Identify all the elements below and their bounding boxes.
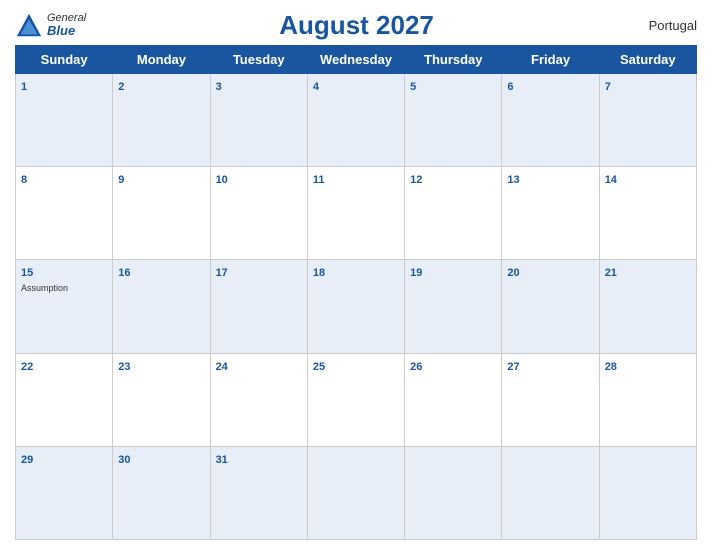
header-friday: Friday (502, 46, 599, 74)
date-number: 1 (21, 81, 27, 93)
calendar-day-cell: 5 (405, 74, 502, 167)
date-number: 22 (21, 361, 33, 373)
date-number: 21 (605, 267, 617, 279)
calendar-day-cell: 19 (405, 260, 502, 353)
calendar-day-cell: 3 (210, 74, 307, 167)
calendar-day-cell (599, 446, 696, 539)
date-number: 17 (216, 267, 228, 279)
calendar-day-cell: 15 Assumption (16, 260, 113, 353)
date-number: 28 (605, 361, 617, 373)
calendar-day-cell: 20 (502, 260, 599, 353)
calendar-day-cell: 16 (113, 260, 210, 353)
header-wednesday: Wednesday (307, 46, 404, 74)
header-saturday: Saturday (599, 46, 696, 74)
calendar-day-cell: 2 (113, 74, 210, 167)
calendar-day-cell: 25 (307, 353, 404, 446)
weekday-header-row: Sunday Monday Tuesday Wednesday Thursday… (16, 46, 697, 74)
date-number: 20 (507, 267, 519, 279)
calendar-day-cell: 6 (502, 74, 599, 167)
calendar-day-cell: 27 (502, 353, 599, 446)
logo-text: General Blue (47, 12, 86, 38)
header-thursday: Thursday (405, 46, 502, 74)
calendar-day-cell: 13 (502, 167, 599, 260)
calendar-week-4: 22 23 24 25 26 27 28 (16, 353, 697, 446)
calendar-week-2: 8 9 10 11 12 13 14 (16, 167, 697, 260)
calendar-week-1: 1 2 3 4 5 6 7 (16, 74, 697, 167)
date-number: 15 (21, 267, 33, 279)
date-number: 18 (313, 267, 325, 279)
calendar-day-cell: 12 (405, 167, 502, 260)
date-number: 25 (313, 361, 325, 373)
calendar-week-3: 15 Assumption 16 17 18 19 20 21 (16, 260, 697, 353)
calendar-day-cell: 22 (16, 353, 113, 446)
date-number: 8 (21, 174, 27, 186)
calendar-day-cell: 18 (307, 260, 404, 353)
header-tuesday: Tuesday (210, 46, 307, 74)
date-number: 13 (507, 174, 519, 186)
calendar-day-cell: 26 (405, 353, 502, 446)
calendar-day-cell: 10 (210, 167, 307, 260)
calendar-title: August 2027 (86, 10, 627, 41)
calendar-week-5: 29 30 31 (16, 446, 697, 539)
calendar-day-cell: 8 (16, 167, 113, 260)
calendar-day-cell: 1 (16, 74, 113, 167)
calendar-day-cell: 24 (210, 353, 307, 446)
calendar-day-cell (307, 446, 404, 539)
calendar-day-cell: 11 (307, 167, 404, 260)
calendar-day-cell: 29 (16, 446, 113, 539)
date-number: 19 (410, 267, 422, 279)
date-number: 3 (216, 81, 222, 93)
calendar-day-cell: 31 (210, 446, 307, 539)
calendar-table: Sunday Monday Tuesday Wednesday Thursday… (15, 45, 697, 540)
date-number: 31 (216, 454, 228, 466)
calendar-day-cell: 28 (599, 353, 696, 446)
calendar-day-cell: 14 (599, 167, 696, 260)
calendar-day-cell: 23 (113, 353, 210, 446)
date-number: 9 (118, 174, 124, 186)
date-number: 10 (216, 174, 228, 186)
calendar-day-cell: 9 (113, 167, 210, 260)
date-number: 29 (21, 454, 33, 466)
date-number: 7 (605, 81, 611, 93)
date-number: 6 (507, 81, 513, 93)
header-sunday: Sunday (16, 46, 113, 74)
date-number: 24 (216, 361, 228, 373)
calendar-day-cell: 21 (599, 260, 696, 353)
calendar-day-cell (405, 446, 502, 539)
holiday-label: Assumption (21, 283, 107, 293)
date-number: 16 (118, 267, 130, 279)
header-monday: Monday (113, 46, 210, 74)
logo-blue-text: Blue (47, 24, 86, 38)
calendar-header: General Blue August 2027 Portugal (15, 10, 697, 41)
date-number: 14 (605, 174, 617, 186)
date-number: 12 (410, 174, 422, 186)
date-number: 30 (118, 454, 130, 466)
date-number: 5 (410, 81, 416, 93)
calendar-day-cell: 7 (599, 74, 696, 167)
logo-icon (15, 12, 43, 40)
country-label: Portugal (627, 18, 697, 33)
date-number: 11 (313, 174, 325, 186)
logo: General Blue (15, 12, 86, 40)
date-number: 23 (118, 361, 130, 373)
calendar-day-cell: 4 (307, 74, 404, 167)
calendar-day-cell: 30 (113, 446, 210, 539)
date-number: 26 (410, 361, 422, 373)
calendar-day-cell: 17 (210, 260, 307, 353)
date-number: 2 (118, 81, 124, 93)
date-number: 4 (313, 81, 319, 93)
date-number: 27 (507, 361, 519, 373)
calendar-day-cell (502, 446, 599, 539)
